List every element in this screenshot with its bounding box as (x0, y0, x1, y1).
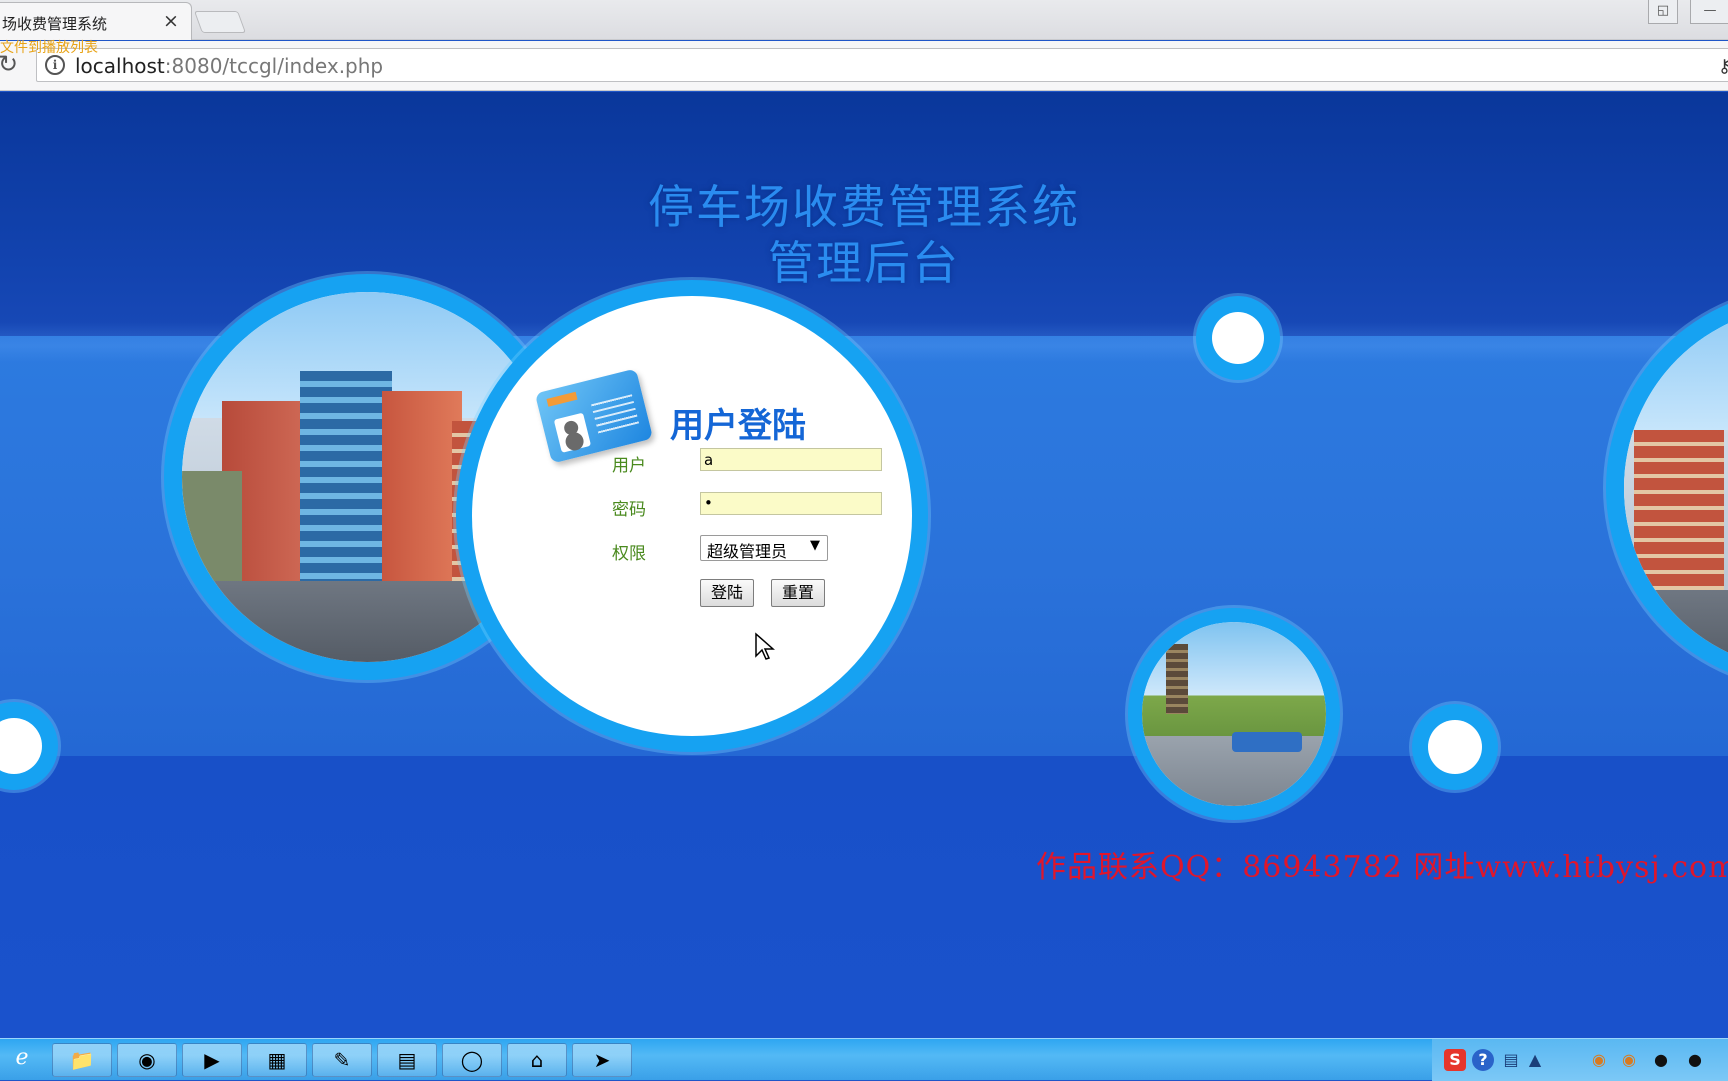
chevron-down-icon: ▼ (810, 538, 820, 553)
cat-icon[interactable]: ◉ (1588, 1049, 1610, 1071)
username-input[interactable] (700, 448, 882, 471)
help-icon[interactable]: ? (1472, 1049, 1494, 1071)
key-icon[interactable]: ⚷ (1718, 56, 1728, 77)
book-icon[interactable]: ▦ (247, 1043, 307, 1077)
ie-icon[interactable]: ℯ (6, 1045, 38, 1075)
notepad-icon[interactable]: ▤ (377, 1043, 437, 1077)
tower-photo-ring (1128, 608, 1340, 820)
role-label: 权限 (612, 544, 646, 564)
page-subtitle: 管理后台 (768, 236, 960, 290)
decor-ring-right (1412, 704, 1498, 790)
sogou-icon[interactable]: S (1444, 1049, 1466, 1071)
reset-button[interactable]: 重置 (771, 579, 826, 607)
role-selected: 超级管理员 (707, 542, 788, 561)
system-tray: S ? ▤ ▲ ◉ ◉ ● ● (1432, 1039, 1728, 1081)
role-select[interactable]: 超级管理员 ▼ (700, 535, 828, 561)
url-text: localhost:8080/tccgl/index.php (75, 54, 383, 78)
browser-tab-active[interactable]: 场收费管理系统 × (0, 2, 192, 40)
user-label: 用户 (612, 456, 646, 476)
decor-ring-top (1196, 296, 1280, 380)
login-panel-ring (456, 280, 928, 752)
login-panel (472, 296, 912, 736)
cursor-icon (755, 632, 775, 660)
taskbar: ℯ 📁 ◉ ▶ ▦ ✎ ▤ ◯ ⌂ ➤ S ? ▤ ▲ ◉ ◉ ● ● (0, 1038, 1728, 1081)
building-photo-right (1624, 306, 1728, 670)
cat-icon-2[interactable]: ◉ (1618, 1049, 1640, 1071)
new-tab-button[interactable] (193, 11, 247, 33)
browser-toolbar: ↻ i localhost:8080/tccgl/index.php ⚷ (0, 41, 1728, 91)
password-input[interactable]: • (700, 492, 882, 515)
info-icon[interactable]: i (45, 55, 65, 75)
paint-icon[interactable]: ✎ (312, 1043, 372, 1077)
login-page: 停车场收费管理系统 管理后台 用户登陆 用户 密码 • 权限 超级管理员 ▼ 登… (0, 92, 1728, 1038)
address-bar[interactable]: i localhost:8080/tccgl/index.php ⚷ (36, 48, 1728, 82)
qq-icon-2[interactable]: ● (1684, 1049, 1706, 1071)
network-icon[interactable]: ▤ (1500, 1049, 1522, 1071)
url-path: :8080/tccgl/index.php (164, 54, 384, 78)
arrow-up-icon[interactable]: ▲ (1524, 1049, 1546, 1071)
url-host: localhost (75, 54, 165, 78)
app-icon[interactable]: ➤ (572, 1043, 632, 1077)
bottom-band (0, 756, 1728, 1038)
tab-strip: 场收费管理系统 × ◱ — (0, 0, 1728, 40)
player-icon[interactable]: ▶ (182, 1043, 242, 1077)
tab-title: 场收费管理系统 (2, 15, 108, 33)
tower-scene (1142, 622, 1326, 806)
tower-photo (1142, 622, 1326, 806)
house-icon[interactable]: ⌂ (507, 1043, 567, 1077)
watermark-text: 作品联系QQ：86943782 网址www.htbysj.com (1036, 850, 1728, 885)
folder-icon[interactable]: 📁 (52, 1043, 112, 1077)
page-title: 停车场收费管理系统 (648, 180, 1080, 234)
hint-text: 文件到播放列表 (0, 40, 98, 56)
login-button[interactable]: 登陆 (700, 579, 755, 607)
close-icon[interactable]: × (160, 9, 182, 33)
minimize-icon[interactable]: — (1690, 0, 1728, 24)
user-icon[interactable]: ◱ (1648, 0, 1678, 24)
building-photo-ring-right (1606, 288, 1728, 688)
password-label: 密码 (612, 500, 646, 520)
qq-icon[interactable]: ● (1650, 1049, 1672, 1071)
login-heading: 用户登陆 (670, 406, 806, 446)
firefox-icon[interactable]: ◉ (117, 1043, 177, 1077)
chrome-icon[interactable]: ◯ (442, 1043, 502, 1077)
